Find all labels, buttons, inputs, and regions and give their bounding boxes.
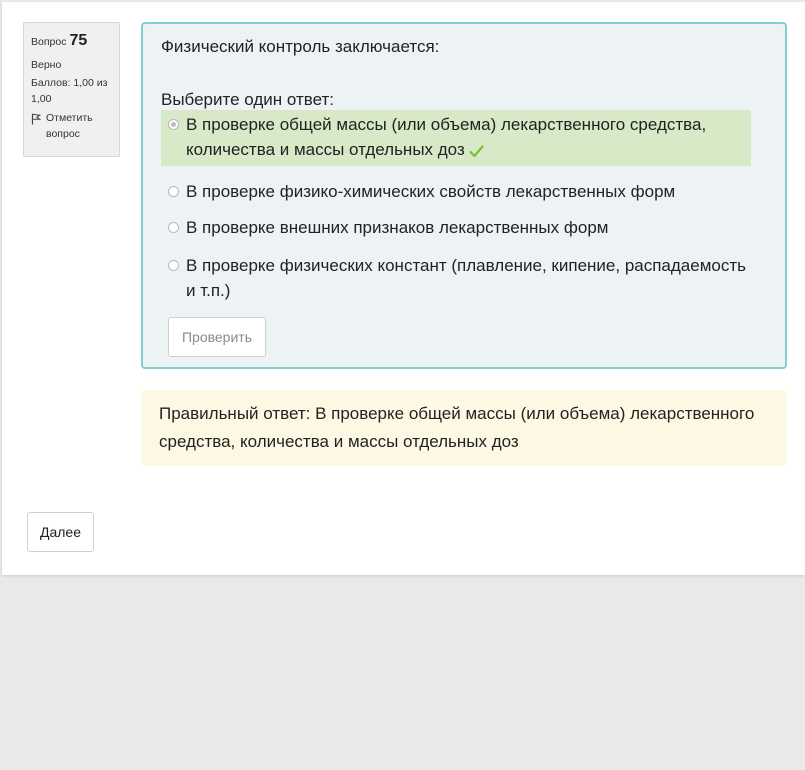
- answer-prompt: Выберите один ответ:: [161, 90, 334, 109]
- answer-option-label: В проверке физических констант (плавлени…: [186, 256, 746, 300]
- radio-button[interactable]: [168, 186, 179, 197]
- answer-option-row[interactable]: В проверке внешних признаков лекарственн…: [161, 215, 751, 240]
- radio-button-checked[interactable]: [168, 119, 179, 130]
- next-button[interactable]: Далее: [27, 512, 94, 552]
- question-number: 75: [69, 32, 88, 49]
- radio-button[interactable]: [168, 222, 179, 233]
- radio-button[interactable]: [168, 260, 179, 271]
- question-text: Физический контроль заключается:: [161, 37, 440, 56]
- answer-option-4[interactable]: В проверке физических констант (плавлени…: [161, 253, 751, 303]
- answer-option-2[interactable]: В проверке физико-химических свойств лек…: [161, 179, 751, 204]
- answer-option-row[interactable]: В проверке общей массы (или объема) лека…: [161, 110, 751, 166]
- answer-option-row[interactable]: В проверке физических констант (плавлени…: [161, 253, 751, 303]
- check-button[interactable]: Проверить: [168, 317, 266, 357]
- answer-option-1[interactable]: В проверке общей массы (или объема) лека…: [161, 110, 751, 166]
- answer-option-row[interactable]: В проверке физико-химических свойств лек…: [161, 179, 751, 204]
- flag-icon: [31, 113, 41, 125]
- answer-option-3[interactable]: В проверке внешних признаков лекарственн…: [161, 215, 751, 240]
- answer-option-label: В проверке общей массы (или объема) лека…: [186, 115, 707, 159]
- question-info-panel: Вопрос 75 Верно Баллов: 1,00 из 1,00 Отм…: [23, 22, 120, 157]
- right-answer-feedback: Правильный ответ: В проверке общей массы…: [141, 390, 787, 466]
- question-grade: Баллов: 1,00 из 1,00: [31, 77, 108, 105]
- answer-option-label: В проверке внешних признаков лекарственн…: [186, 218, 609, 237]
- question-state: Верно: [31, 58, 62, 71]
- flag-question-link[interactable]: Отметить вопрос: [31, 110, 112, 143]
- question-number-row: Вопрос 75: [31, 29, 112, 54]
- flag-question-label: Отметить вопрос: [46, 111, 93, 140]
- question-content: Физический контроль заключается: Выберит…: [141, 22, 787, 369]
- answer-option-label: В проверке физико-химических свойств лек…: [186, 182, 676, 201]
- correct-check-icon: [469, 145, 484, 158]
- page: Вопрос 75 Верно Баллов: 1,00 из 1,00 Отм…: [2, 2, 805, 575]
- question-label: Вопрос: [31, 36, 67, 48]
